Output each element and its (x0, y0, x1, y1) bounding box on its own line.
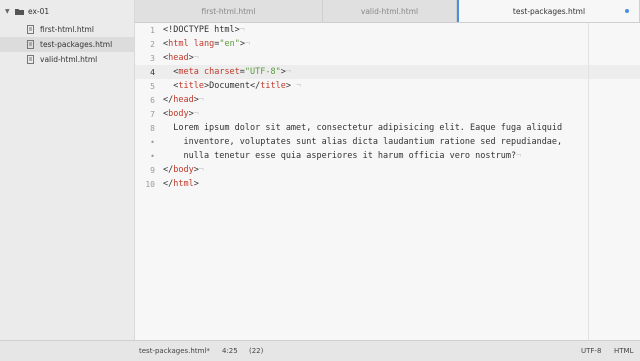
folder-icon (15, 8, 24, 15)
code-token: body (173, 165, 194, 175)
code-token: meta (178, 67, 199, 77)
line-number: 4 (150, 68, 155, 77)
file-icon (27, 55, 34, 64)
tab-test-packages[interactable]: test-packages.html (457, 0, 640, 22)
tree-file-test-packages[interactable]: test-packages.html (0, 37, 134, 52)
line-number: 10 (145, 180, 155, 189)
code-token: ¬ (198, 95, 204, 105)
tab-label: test-packages.html (512, 6, 586, 16)
code-line: <html lang="en">¬ (163, 37, 250, 51)
status-encoding[interactable]: UTF-8 (581, 347, 601, 355)
code-line: </body>¬ (163, 163, 204, 177)
line-number: 6 (150, 96, 155, 105)
code-token: "en" (219, 39, 240, 49)
code-token: inventore, voluptates sunt alias dicta l… (163, 137, 563, 147)
code-token: nulla tenetur esse quia asperiores it ha… (163, 151, 517, 161)
code-token: ¬ (244, 39, 251, 49)
code-token: head (173, 95, 194, 105)
line-number: 7 (150, 110, 155, 119)
tree-file-label: first-html.html (40, 25, 94, 34)
code-token: ¬ (291, 81, 302, 91)
code-token: "UTF-8" (244, 67, 281, 77)
code-token: > (193, 179, 199, 189)
modified-indicator-icon[interactable] (625, 9, 629, 13)
status-file-name[interactable]: test-packages.html* (139, 347, 210, 355)
status-cursor-position[interactable]: 4:25 (222, 347, 238, 355)
code-line: </head>¬ (163, 93, 204, 107)
code-token: <!DOCTYPE html> (163, 25, 240, 35)
tab-label: first-html.html (201, 6, 256, 16)
tree-file-label: valid-html.html (40, 55, 98, 64)
code-token: < (163, 81, 179, 91)
line-number-gutter: 1 2 3 4 5 6 7 8 • • 9 10 (135, 23, 155, 340)
code-line: nulla tenetur esse quia asperiores it ha… (163, 149, 521, 163)
line-number: • (150, 138, 155, 147)
line-number: 8 (150, 124, 155, 133)
code-token: html (168, 39, 189, 49)
line-number: • (150, 152, 155, 161)
code-token: html (173, 179, 194, 189)
line-number: 5 (150, 82, 155, 91)
code-token: ¬ (198, 165, 204, 175)
code-token: Document (209, 81, 251, 91)
status-grammar[interactable]: HTML (614, 347, 633, 355)
line-number: 3 (150, 54, 155, 63)
code-line: inventore, voluptates sunt alias dicta l… (163, 135, 562, 149)
file-icon (27, 40, 34, 49)
code-editor[interactable]: 1 2 3 4 5 6 7 8 • • 9 10 <!DOCTYPE html>¬ <html lang… (135, 23, 640, 340)
code-token: charset (203, 67, 240, 77)
wrap-guide (588, 23, 589, 340)
code-token: </ (163, 165, 174, 175)
tree-file-valid-html[interactable]: valid-html.html (0, 52, 134, 67)
project-folder[interactable]: ▼ ex-01 (0, 4, 134, 19)
line-number: 2 (150, 40, 155, 49)
code-token: </ (163, 179, 174, 189)
tab-bar: first-html.html valid-html.html test-pac… (135, 0, 640, 23)
tab-valid-html[interactable]: valid-html.html (323, 0, 457, 22)
tree-view: ▼ ex-01 first-html.html test-packages.ht… (0, 0, 135, 340)
code-token: ¬ (239, 25, 245, 35)
tab-first-html[interactable]: first-html.html (135, 0, 323, 22)
code-token: lang (193, 39, 215, 49)
code-token: ¬ (193, 109, 199, 119)
code-line: <body>¬ (163, 107, 199, 121)
code-token: body (168, 109, 189, 119)
code-token: </ (163, 95, 174, 105)
status-selection-count: (22) (249, 347, 264, 355)
file-icon (27, 25, 34, 34)
code-token: Lorem ipsum dolor sit amet, consectetur … (163, 123, 563, 133)
project-folder-label: ex-01 (28, 7, 50, 16)
line-number: 1 (150, 26, 155, 35)
code-token: head (168, 53, 189, 63)
tree-file-label: test-packages.html (40, 40, 113, 49)
code-token: title (260, 81, 286, 91)
status-bar: test-packages.html* 4:25 (22) UTF-8 HTML (0, 340, 640, 361)
code-token: ¬ (193, 53, 199, 63)
code-line: <!DOCTYPE html>¬ (163, 23, 245, 37)
tree-file-first-html[interactable]: first-html.html (0, 22, 134, 37)
line-number: 9 (150, 166, 155, 175)
chevron-down-icon[interactable]: ▼ (5, 8, 10, 15)
code-line: <title>Document</title> ¬ (163, 79, 301, 93)
code-token: ¬ (516, 151, 522, 161)
tab-label: valid-html.html (360, 6, 419, 16)
code-line: <head>¬ (163, 51, 199, 65)
code-token: ¬ (285, 67, 291, 77)
code-token: title (178, 81, 204, 91)
code-line: Lorem ipsum dolor sit amet, consectetur … (163, 121, 562, 135)
code-token: </ (250, 81, 261, 91)
code-token: < (163, 67, 179, 77)
code-line: <meta charset="UTF-8">¬ (163, 65, 291, 79)
code-line: </html> (163, 177, 199, 191)
